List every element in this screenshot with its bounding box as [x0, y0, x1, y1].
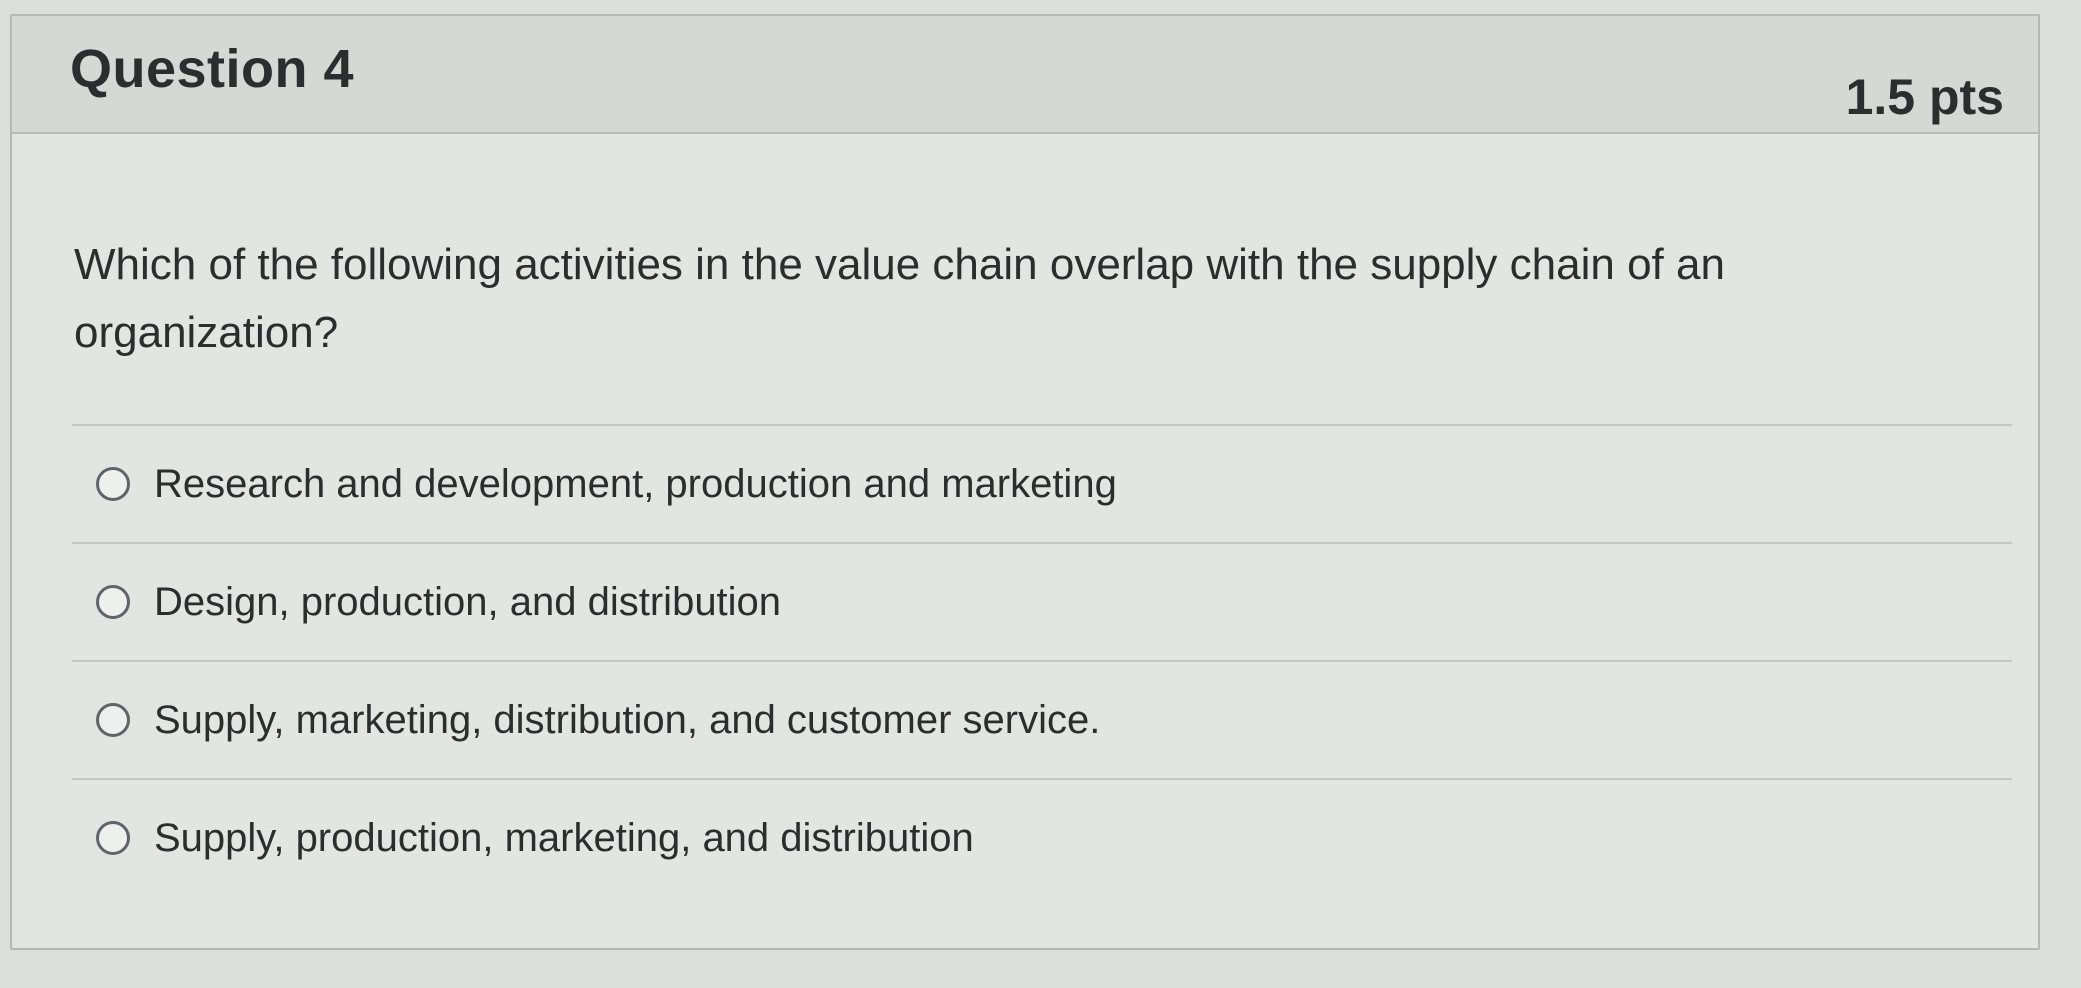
radio-button-icon[interactable] [96, 467, 130, 501]
radio-button-icon[interactable] [96, 703, 130, 737]
answer-option-1[interactable]: Research and development, production and… [72, 424, 2012, 542]
answer-label[interactable]: Supply, marketing, distribution, and cus… [154, 698, 1100, 743]
question-card: Question 4 1.5 pts Which of the followin… [10, 14, 2040, 950]
radio-button-icon[interactable] [96, 585, 130, 619]
answer-option-2[interactable]: Design, production, and distribution [72, 542, 2012, 660]
answer-label[interactable]: Research and development, production and… [154, 462, 1117, 507]
question-title: Question 4 [70, 39, 355, 99]
quiz-page: Question 4 1.5 pts Which of the followin… [0, 0, 2081, 988]
answer-option-4[interactable]: Supply, production, marketing, and distr… [72, 778, 2012, 896]
answer-label[interactable]: Design, production, and distribution [154, 580, 781, 625]
answer-option-3[interactable]: Supply, marketing, distribution, and cus… [72, 660, 2012, 778]
question-header: Question 4 1.5 pts [12, 16, 2038, 134]
answer-label[interactable]: Supply, production, marketing, and distr… [154, 816, 974, 861]
radio-button-icon[interactable] [96, 821, 130, 855]
question-prompt: Which of the following activities in the… [74, 240, 1725, 357]
question-points: 1.5 pts [1845, 69, 2004, 125]
answer-list: Research and development, production and… [72, 424, 2012, 896]
